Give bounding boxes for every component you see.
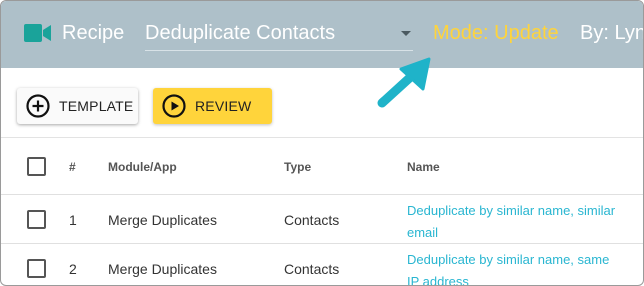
template-button-label: TEMPLATE bbox=[59, 98, 134, 114]
row-module: Merge Duplicates bbox=[108, 212, 217, 228]
review-button[interactable]: REVIEW bbox=[153, 88, 272, 124]
mode-indicator: Mode: Update bbox=[433, 22, 559, 44]
toolbar: TEMPLATE REVIEW bbox=[1, 68, 643, 138]
row-module: Merge Duplicates bbox=[108, 261, 217, 277]
chevron-down-icon bbox=[401, 31, 411, 36]
add-circle-icon bbox=[26, 94, 50, 118]
table-row[interactable]: 2 Merge Duplicates Contacts Deduplicate … bbox=[1, 244, 643, 286]
column-header-module: Module/App bbox=[108, 160, 177, 174]
row-checkbox[interactable] bbox=[27, 259, 46, 278]
select-all-checkbox[interactable] bbox=[27, 157, 46, 176]
header-bar: Recipe Deduplicate Contacts Mode: Update… bbox=[1, 1, 643, 68]
row-name-link[interactable]: Deduplicate by similar name, same IP add… bbox=[407, 249, 622, 286]
author-label: By: Lynn bbox=[580, 22, 643, 44]
row-number: 2 bbox=[69, 261, 77, 277]
row-type: Contacts bbox=[284, 212, 340, 228]
row-name-line2: IP address bbox=[407, 274, 469, 286]
row-name-line1: Deduplicate by similar name, same bbox=[407, 252, 610, 267]
video-camera-icon bbox=[24, 24, 51, 42]
column-header-type: Type bbox=[284, 160, 312, 174]
recipe-select-value: Deduplicate Contacts bbox=[145, 22, 336, 44]
play-circle-icon bbox=[162, 94, 186, 118]
app-window: Recipe Deduplicate Contacts Mode: Update… bbox=[0, 0, 644, 286]
table-header: # Module/App Type Name bbox=[1, 139, 643, 195]
table-row[interactable]: 1 Merge Duplicates Contacts Deduplicate … bbox=[1, 195, 643, 244]
row-name-link[interactable]: Deduplicate by similar name, similar ema… bbox=[407, 200, 622, 244]
review-button-label: REVIEW bbox=[195, 98, 252, 114]
row-number: 1 bbox=[69, 212, 77, 228]
column-header-name: Name bbox=[407, 160, 440, 174]
recipe-select[interactable]: Deduplicate Contacts bbox=[145, 15, 413, 51]
row-name-line1: Deduplicate by similar name, similar bbox=[407, 203, 616, 218]
template-button[interactable]: TEMPLATE bbox=[17, 88, 138, 124]
row-type: Contacts bbox=[284, 261, 340, 277]
row-name-line2: email bbox=[407, 225, 439, 240]
row-checkbox[interactable] bbox=[27, 210, 46, 229]
column-header-num: # bbox=[69, 160, 76, 174]
header-title: Recipe bbox=[62, 22, 125, 44]
